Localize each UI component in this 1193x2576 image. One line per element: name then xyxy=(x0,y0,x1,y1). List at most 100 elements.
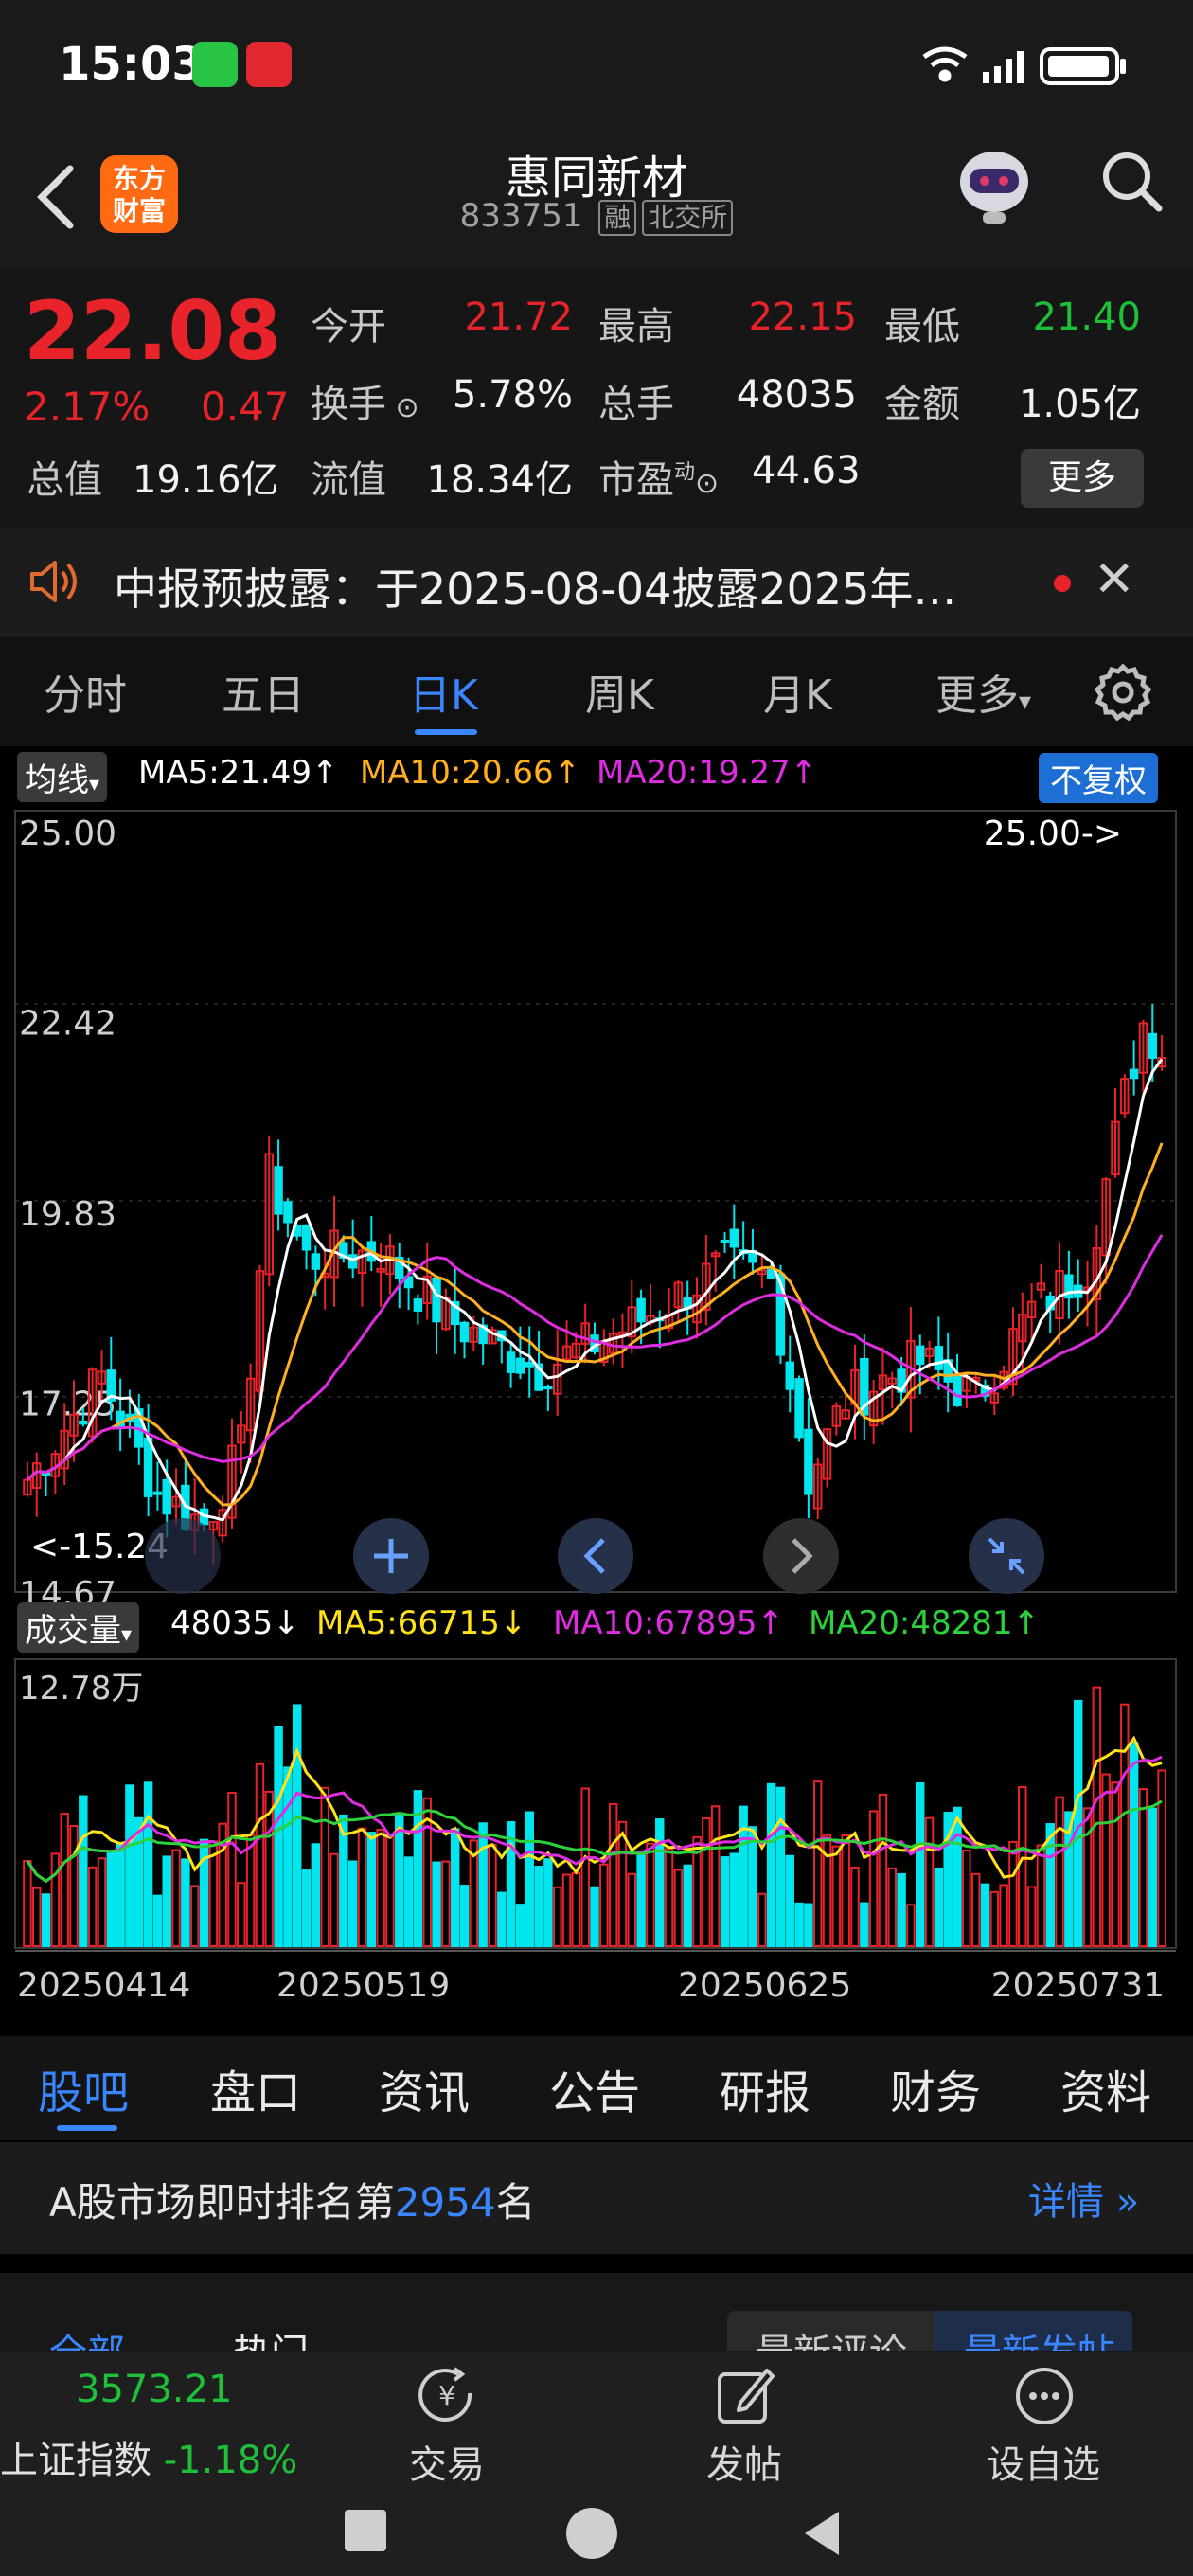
tab-pankou[interactable]: 盘口 xyxy=(210,2055,301,2121)
candle xyxy=(237,1411,246,1474)
vol-ma20-line xyxy=(26,1799,1163,1884)
candle xyxy=(441,1288,451,1332)
tab-monthly-k[interactable]: 月K xyxy=(763,661,832,722)
edit-icon[interactable] xyxy=(714,2365,776,2427)
candle xyxy=(860,1334,869,1441)
volume-bar xyxy=(989,1890,1000,1948)
index-ticker[interactable]: 上证指数 -1.18% xyxy=(0,2429,297,2484)
candle xyxy=(1064,1250,1074,1319)
candle xyxy=(1026,1283,1037,1341)
scroll-right-button[interactable] xyxy=(763,1518,839,1594)
volume-bar xyxy=(999,1884,1008,1948)
volume-bar xyxy=(812,1780,823,1948)
kline-frame xyxy=(14,810,1177,1593)
candle xyxy=(878,1347,888,1425)
volume-indicator-label: 成交量 xyxy=(25,1612,121,1650)
candle xyxy=(450,1265,460,1354)
trade-icon[interactable]: ¥ xyxy=(413,2365,481,2427)
candle xyxy=(934,1316,944,1390)
robot-assistant-icon[interactable] xyxy=(947,136,1042,231)
volume-bar xyxy=(1120,1703,1130,1948)
tab-weekly-k[interactable]: 周K xyxy=(585,661,654,722)
nav-trade[interactable]: 交易 xyxy=(409,2434,485,2489)
candle xyxy=(376,1243,385,1308)
candle xyxy=(608,1318,618,1365)
volume-bar xyxy=(41,1893,51,1947)
volume-ma10: MA10:67895↑ xyxy=(553,1604,784,1642)
scroll-left-button[interactable] xyxy=(558,1518,633,1594)
candle xyxy=(720,1232,730,1253)
candle xyxy=(1157,1034,1166,1071)
volume-bar xyxy=(1082,1807,1093,1947)
recents-button[interactable] xyxy=(345,2510,386,2551)
tab-announcements[interactable]: 公告 xyxy=(549,2055,640,2121)
filter-all[interactable]: 全部 xyxy=(49,2322,125,2351)
more-options-icon[interactable] xyxy=(1013,2365,1076,2427)
x-axis-label: 20250519 xyxy=(276,1966,450,2005)
rank-detail-label: 详情 xyxy=(1028,2180,1104,2224)
filter-hot[interactable]: 热门 xyxy=(233,2322,309,2351)
volume-bar xyxy=(23,1860,32,1948)
back-nav-button[interactable] xyxy=(801,2508,843,2559)
open-value: 21.72 xyxy=(464,295,573,339)
status-icons xyxy=(922,46,1126,85)
search-icon[interactable] xyxy=(1098,148,1165,214)
signal-icon xyxy=(983,51,1024,83)
volume-bar xyxy=(878,1793,888,1947)
turnover-label[interactable]: 换手 ⊙ xyxy=(311,373,419,428)
home-button[interactable] xyxy=(566,2508,617,2559)
sort-latest-post[interactable]: 最新发帖 xyxy=(964,2322,1115,2351)
zoom-in-button[interactable] xyxy=(353,1518,429,1594)
candle xyxy=(320,1250,329,1310)
candle xyxy=(283,1198,293,1238)
gear-icon[interactable] xyxy=(1094,663,1152,722)
candle xyxy=(1082,1261,1093,1327)
candle xyxy=(366,1215,377,1272)
nav-post[interactable]: 发帖 xyxy=(706,2434,782,2489)
more-button[interactable]: 更多 xyxy=(1021,449,1144,508)
tab-research[interactable]: 研报 xyxy=(720,2055,810,2121)
amount-label: 金额 xyxy=(884,383,960,426)
mktcap-label: 总值 xyxy=(27,458,102,502)
zoom-out-button[interactable] xyxy=(145,1518,221,1594)
kline-chart[interactable]: 25.0022.4219.8317.2514.67 25.00-> <-15.2… xyxy=(0,794,1193,2036)
speaker-icon xyxy=(30,561,77,602)
tab-guba[interactable]: 股吧 xyxy=(38,2055,129,2121)
tab-finance[interactable]: 财务 xyxy=(890,2055,981,2121)
volume-bar xyxy=(1036,1844,1046,1948)
volume-bar xyxy=(274,1726,283,1947)
pe-sup: 动 xyxy=(674,460,696,485)
nav-add-watchlist[interactable]: 设自选 xyxy=(987,2434,1100,2489)
close-icon[interactable]: ✕ xyxy=(1094,551,1135,608)
rank-detail-link[interactable]: 详情 » xyxy=(1028,2171,1139,2226)
tab-five-day[interactable]: 五日 xyxy=(222,661,305,722)
y-tick-label: 25.00 xyxy=(19,814,116,853)
y-tick-label: 22.42 xyxy=(19,1005,116,1044)
tab-more[interactable]: 更多▾ xyxy=(935,661,1031,722)
candle xyxy=(395,1243,404,1309)
candle xyxy=(152,1461,163,1511)
tab-profile[interactable]: 资料 xyxy=(1060,2055,1151,2121)
sort-latest-comment[interactable]: 最新评论 xyxy=(756,2322,907,2351)
ma20-line xyxy=(26,1234,1164,1481)
notice-text[interactable]: 中报预披露：于2025-08-04披露2025年… xyxy=(114,555,956,617)
index-value[interactable]: 3573.21 xyxy=(76,2368,232,2411)
candle xyxy=(116,1378,125,1452)
candle xyxy=(534,1331,543,1391)
candle xyxy=(804,1397,813,1519)
tab-daily-k[interactable]: 日K xyxy=(409,661,478,722)
volume-bar xyxy=(357,1827,367,1948)
wechat-icon xyxy=(192,42,238,87)
candle xyxy=(31,1452,42,1517)
volume-bar xyxy=(385,1834,395,1947)
pe-label[interactable]: 市盈动⊙ xyxy=(598,449,719,504)
collapse-chart-button[interactable] xyxy=(969,1518,1044,1594)
volume-legend: 成交量▾ 48035↓ MA5:66715↓ MA10:67895↑ MA20:… xyxy=(0,1601,1193,1653)
volume-bar xyxy=(283,1766,293,1947)
volume-indicator-selector[interactable]: 成交量▾ xyxy=(17,1602,140,1653)
rank-suffix: 名 xyxy=(495,2179,536,2226)
tab-news[interactable]: 资讯 xyxy=(379,2055,470,2121)
volume-bar xyxy=(906,1904,916,1947)
volume-bar xyxy=(515,1904,525,1947)
tab-intraday[interactable]: 分时 xyxy=(44,661,127,722)
